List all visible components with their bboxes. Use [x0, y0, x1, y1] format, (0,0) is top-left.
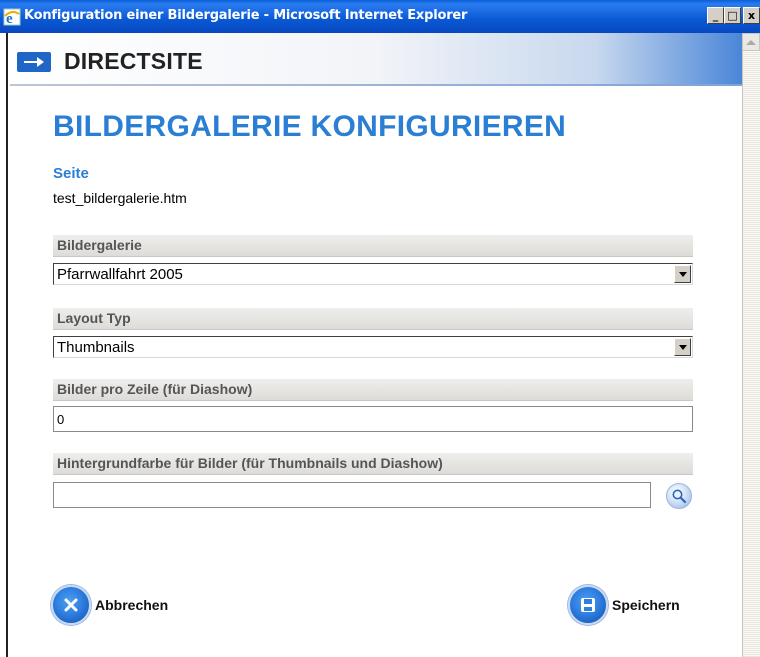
- window-titlebar: e Konfiguration einer Bildergalerie - Mi…: [0, 0, 760, 33]
- images-per-row-input[interactable]: 0: [53, 406, 693, 432]
- save-label: Speichern: [612, 597, 680, 613]
- window-frame-left: [0, 33, 8, 657]
- save-button[interactable]: Speichern: [568, 585, 680, 625]
- minimize-icon: _: [712, 9, 719, 22]
- window-title: Konfiguration einer Bildergalerie - Micr…: [24, 8, 468, 23]
- magnifier-icon: [672, 489, 687, 504]
- minimize-button[interactable]: _: [707, 7, 724, 24]
- app-header: DIRECTSITE: [10, 33, 742, 86]
- floppy-disk-icon: [568, 585, 608, 625]
- background-color-input[interactable]: [53, 482, 651, 508]
- cancel-button[interactable]: Abbrechen: [51, 585, 168, 625]
- page-title: BILDERGALERIE KONFIGURIEREN: [53, 110, 567, 143]
- layout-type-select[interactable]: Thumbnails: [53, 336, 693, 358]
- close-circle-icon: [51, 585, 91, 625]
- page-section-label: Seite: [53, 165, 89, 182]
- background-color-field-label: Hintergrundfarbe für Bilder (für Thumbna…: [53, 453, 693, 475]
- layout-type-field-label: Layout Typ: [53, 308, 693, 330]
- images-per-row-field-label: Bilder pro Zeile (für Diashow): [53, 379, 693, 401]
- brand-name: DIRECTSITE: [64, 48, 203, 74]
- maximize-icon: □: [727, 9, 738, 22]
- gallery-select[interactable]: Pfarrwallfahrt 2005: [53, 263, 693, 285]
- layout-type-select-value: Thumbnails: [57, 339, 135, 356]
- maximize-button[interactable]: □: [724, 7, 741, 24]
- gallery-select-value: Pfarrwallfahrt 2005: [57, 266, 183, 283]
- close-button[interactable]: x: [743, 7, 760, 24]
- internet-explorer-icon: e: [3, 8, 21, 27]
- vertical-scrollbar[interactable]: [742, 33, 760, 657]
- gallery-field-label: Bildergalerie: [53, 235, 693, 257]
- chevron-down-icon[interactable]: [674, 265, 691, 283]
- cancel-label: Abbrechen: [95, 597, 169, 613]
- scroll-up-button[interactable]: [742, 33, 760, 51]
- close-icon: x: [747, 9, 756, 22]
- chevron-down-icon[interactable]: [674, 338, 691, 356]
- color-picker-button[interactable]: [666, 483, 692, 509]
- page-section-value: test_bildergalerie.htm: [53, 190, 187, 206]
- arrow-right-icon: [17, 52, 51, 72]
- header-divider: [10, 84, 742, 86]
- chevron-up-icon: [746, 40, 756, 45]
